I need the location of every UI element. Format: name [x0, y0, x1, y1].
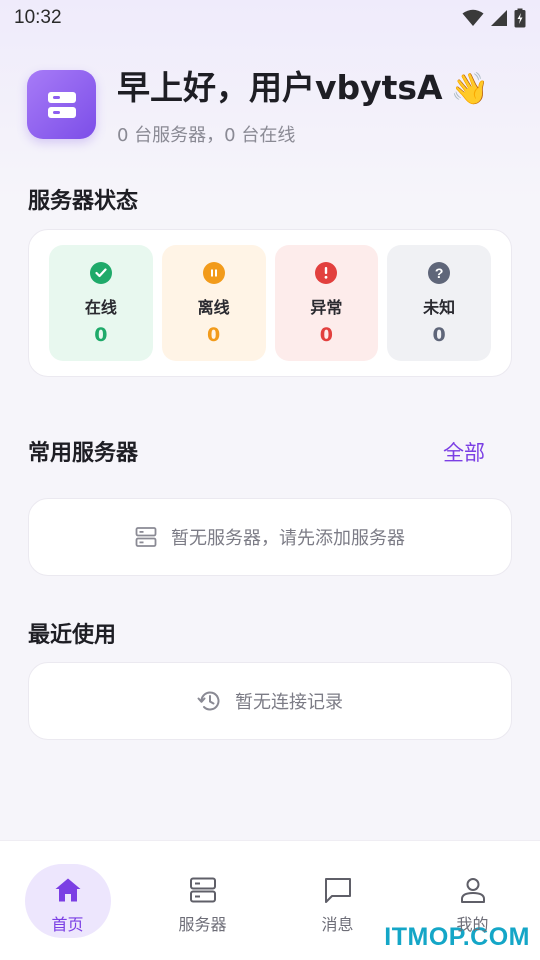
app-logo [27, 70, 96, 139]
server-status-card: 在线 0 离线 0 异常 0 ? 未知 0 [28, 229, 512, 377]
server-status-title: 服务器状态 [28, 189, 139, 214]
wave-emoji: 👋 [450, 71, 490, 107]
question-circle-icon: ? [428, 262, 451, 284]
server-icon [135, 527, 157, 547]
stat-offline[interactable]: 离线 0 [161, 245, 266, 361]
pause-circle-icon [202, 262, 225, 284]
empty-recent-text: 暂无连接记录 [235, 692, 343, 713]
server-count-subtitle: 0 台服务器，0 台在线 [117, 125, 296, 146]
error-circle-icon [315, 262, 338, 284]
server-icon [189, 875, 217, 905]
history-icon [197, 691, 220, 711]
status-icons [462, 8, 526, 28]
nav-servers[interactable]: 服务器 [135, 841, 270, 960]
favorite-servers-empty-card: 暂无服务器，请先添加服务器 [28, 498, 512, 576]
check-circle-icon [89, 262, 112, 284]
greeting-header: 早上好，用户vbytsA 👋 0 台服务器，0 台在线 [27, 68, 490, 147]
stat-value: 0 [94, 324, 108, 346]
recent-title: 最近使用 [28, 623, 117, 648]
empty-servers-text: 暂无服务器，请先添加服务器 [171, 528, 405, 549]
greeting-title: 早上好，用户vbytsA 👋 [117, 68, 490, 107]
stat-value: 0 [432, 324, 446, 346]
home-icon [54, 875, 82, 905]
view-all-link[interactable]: 全部 [443, 437, 485, 467]
nav-label: 我的 [456, 915, 489, 934]
nav-home[interactable]: 首页 [0, 841, 135, 960]
user-icon [459, 875, 487, 905]
recent-empty-card: 暂无连接记录 [28, 662, 512, 740]
nav-label: 服务器 [178, 915, 227, 934]
stat-value: 0 [319, 324, 333, 346]
stat-error[interactable]: 异常 0 [274, 245, 379, 361]
server-stack-icon [47, 91, 76, 118]
stat-label: 在线 [84, 298, 117, 317]
favorite-servers-title: 常用服务器 [28, 441, 139, 466]
message-icon [323, 875, 353, 905]
stat-value: 0 [207, 324, 221, 346]
wifi-icon [462, 9, 484, 26]
signal-icon [491, 10, 507, 26]
stat-label: 未知 [423, 298, 456, 317]
nav-label: 首页 [51, 915, 84, 934]
status-bar: 10:32 [0, 0, 540, 36]
stat-label: 离线 [197, 298, 230, 317]
nav-label: 消息 [321, 915, 354, 934]
stat-unknown[interactable]: ? 未知 0 [387, 245, 491, 361]
battery-icon [514, 8, 526, 28]
stat-label: 异常 [310, 298, 343, 317]
status-time: 10:32 [14, 7, 62, 28]
stat-online[interactable]: 在线 0 [49, 245, 153, 361]
